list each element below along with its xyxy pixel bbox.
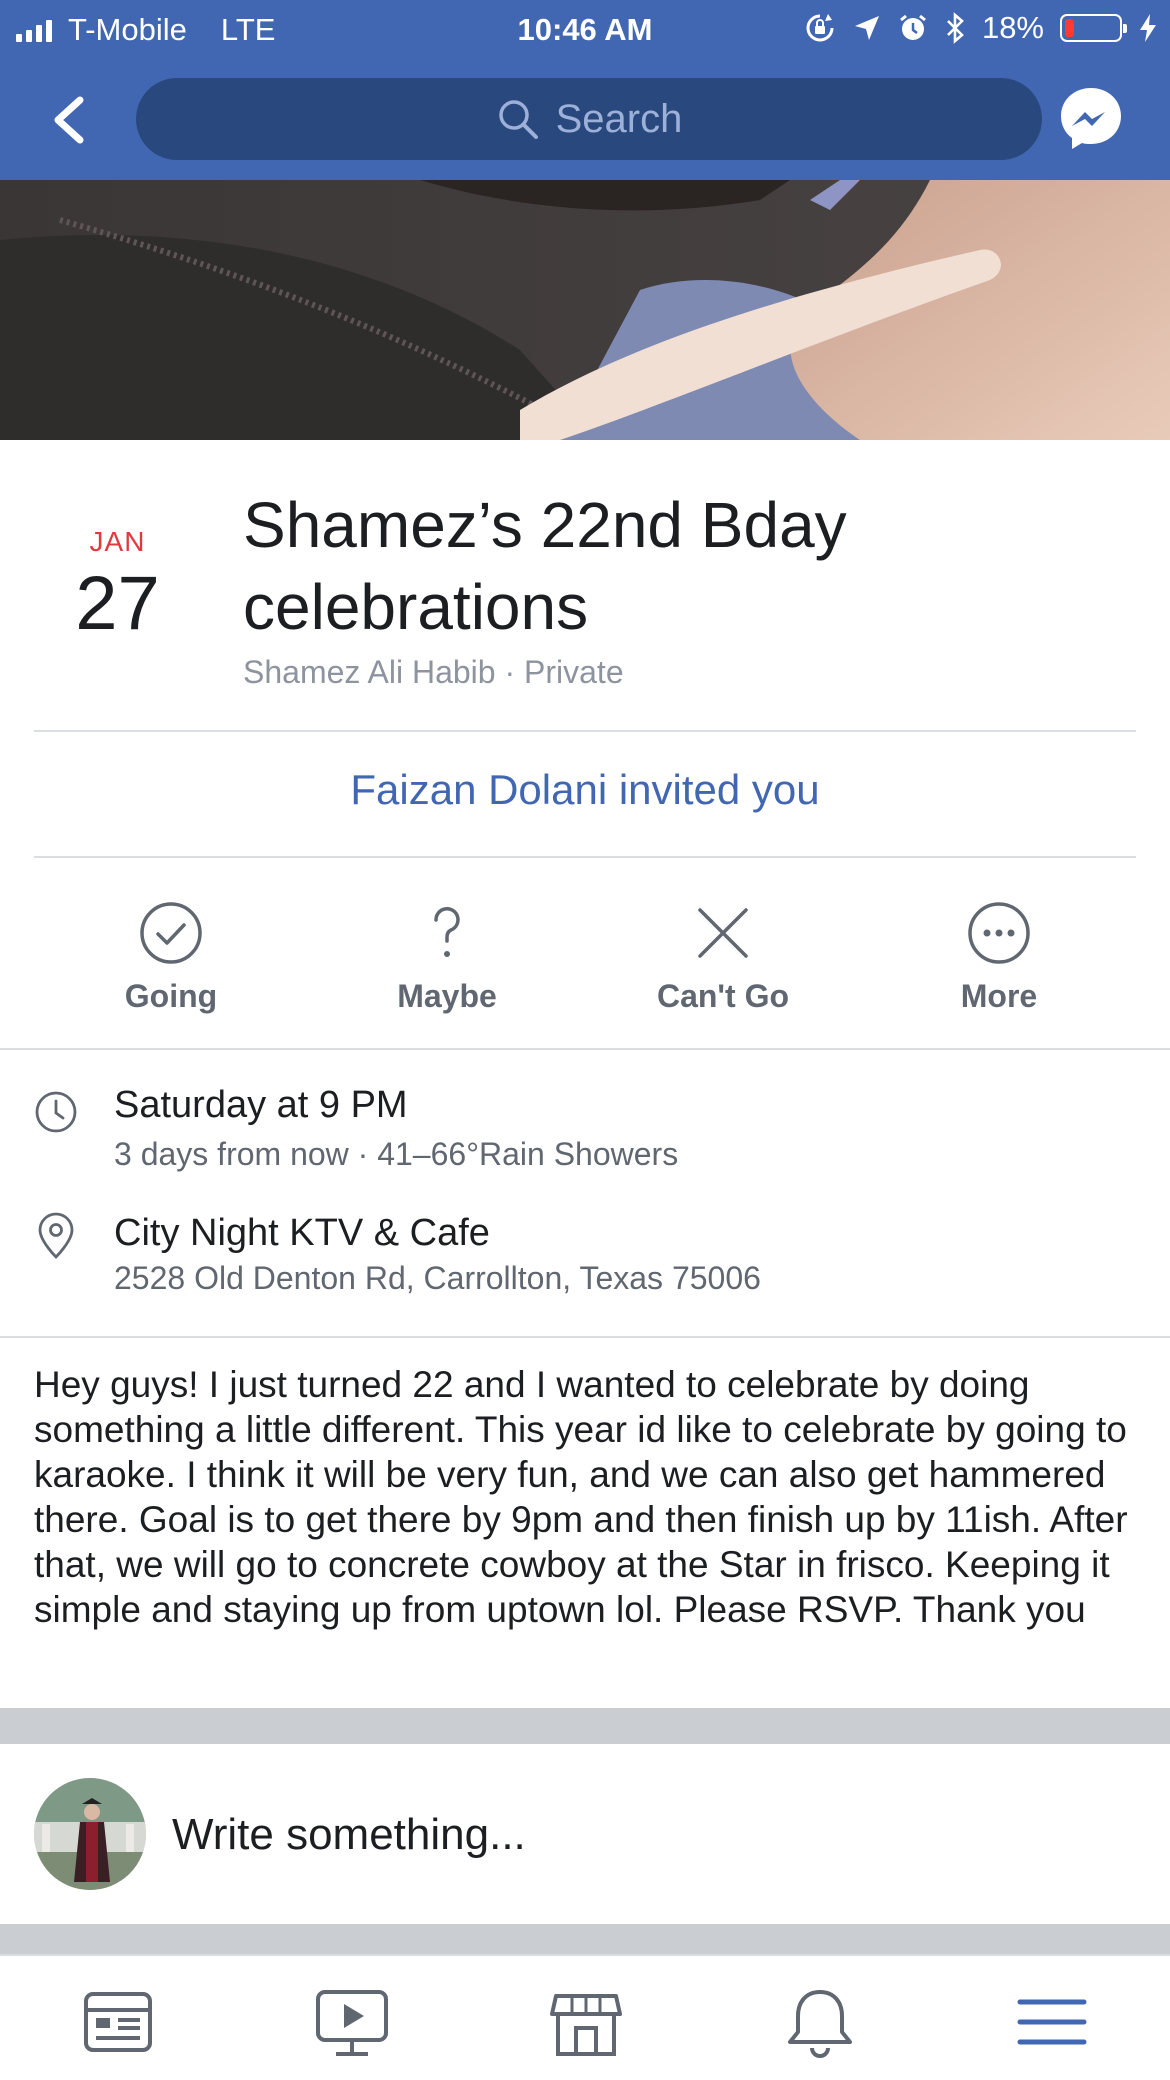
event-address: 2528 Old Denton Rd, Carrollton, Texas 75…	[114, 1260, 761, 1296]
event-month: JAN	[89, 526, 146, 557]
charging-bolt-icon	[1140, 14, 1156, 42]
event-time: Saturday at 9 PM	[114, 1084, 408, 1126]
notifications-icon[interactable]	[782, 1984, 858, 2060]
bottom-tab-bar	[0, 1954, 1170, 2080]
invited-by-link[interactable]: Faizan Dolani invited you	[0, 766, 1170, 814]
news-feed-icon[interactable]	[80, 1984, 156, 2060]
bluetooth-icon	[947, 12, 964, 44]
check-circle-icon	[140, 902, 202, 964]
search-input[interactable]: Search	[136, 78, 1042, 160]
event-date: JAN 27	[50, 526, 185, 642]
menu-icon[interactable]	[1014, 1984, 1090, 2060]
more-circle-icon	[968, 902, 1030, 964]
rsvp-maybe-label: Maybe	[397, 978, 497, 1014]
rsvp-cant-go-button[interactable]: Can't Go	[603, 900, 843, 1015]
post-composer[interactable]: Write something...	[0, 1744, 1170, 1924]
search-icon	[498, 100, 538, 139]
rsvp-going-label: Going	[124, 978, 218, 1014]
rsvp-going-button[interactable]: Going	[51, 900, 291, 1015]
clock-icon	[35, 1091, 77, 1133]
event-day: 27	[75, 561, 160, 646]
watch-icon[interactable]	[314, 1984, 390, 2060]
section-separator	[0, 1708, 1170, 1744]
alarm-icon	[900, 14, 926, 40]
rsvp-cant-go-label: Can't Go	[656, 978, 790, 1014]
search-placeholder: Search	[555, 96, 683, 141]
divider	[34, 856, 1136, 858]
event-title: Shamez’s 22nd Bday celebrations	[243, 489, 847, 643]
composer-placeholder: Write something...	[172, 1810, 526, 1859]
user-avatar	[34, 1778, 146, 1890]
location-pin-icon	[38, 1212, 74, 1259]
orientation-lock-icon	[806, 14, 834, 42]
battery-icon	[1060, 14, 1127, 42]
event-time-weather: 3 days from now · 41–66°Rain Showers	[114, 1136, 679, 1172]
x-icon	[698, 908, 748, 958]
battery-percent: 18%	[981, 10, 1044, 45]
event-description: Hey guys! I just turned 22 and I wanted …	[34, 1364, 1128, 1630]
question-icon	[434, 907, 460, 957]
rsvp-more-label: More	[960, 978, 1038, 1014]
rsvp-more-button[interactable]: More	[879, 900, 1119, 1015]
cover-photo-image	[0, 180, 1170, 440]
divider	[34, 730, 1136, 732]
event-cover-photo[interactable]	[0, 180, 1170, 440]
marketplace-icon[interactable]	[548, 1984, 624, 2060]
section-separator	[0, 1924, 1170, 1954]
location-arrow-icon	[854, 16, 879, 40]
event-host-privacy[interactable]: Shamez Ali Habib · Private	[243, 654, 624, 691]
event-venue: City Night KTV & Cafe	[114, 1212, 490, 1254]
messenger-icon[interactable]	[1056, 84, 1126, 154]
chevron-left-icon[interactable]	[48, 92, 92, 148]
rsvp-maybe-button[interactable]: Maybe	[327, 900, 567, 1015]
battery-level	[1065, 19, 1074, 37]
status-bar: T-Mobile LTE 10:46 AM 18%	[0, 0, 1170, 60]
divider	[0, 1048, 1170, 1050]
navigation-header: T-Mobile LTE 10:46 AM 18% Search	[0, 0, 1170, 180]
divider	[0, 1336, 1170, 1338]
